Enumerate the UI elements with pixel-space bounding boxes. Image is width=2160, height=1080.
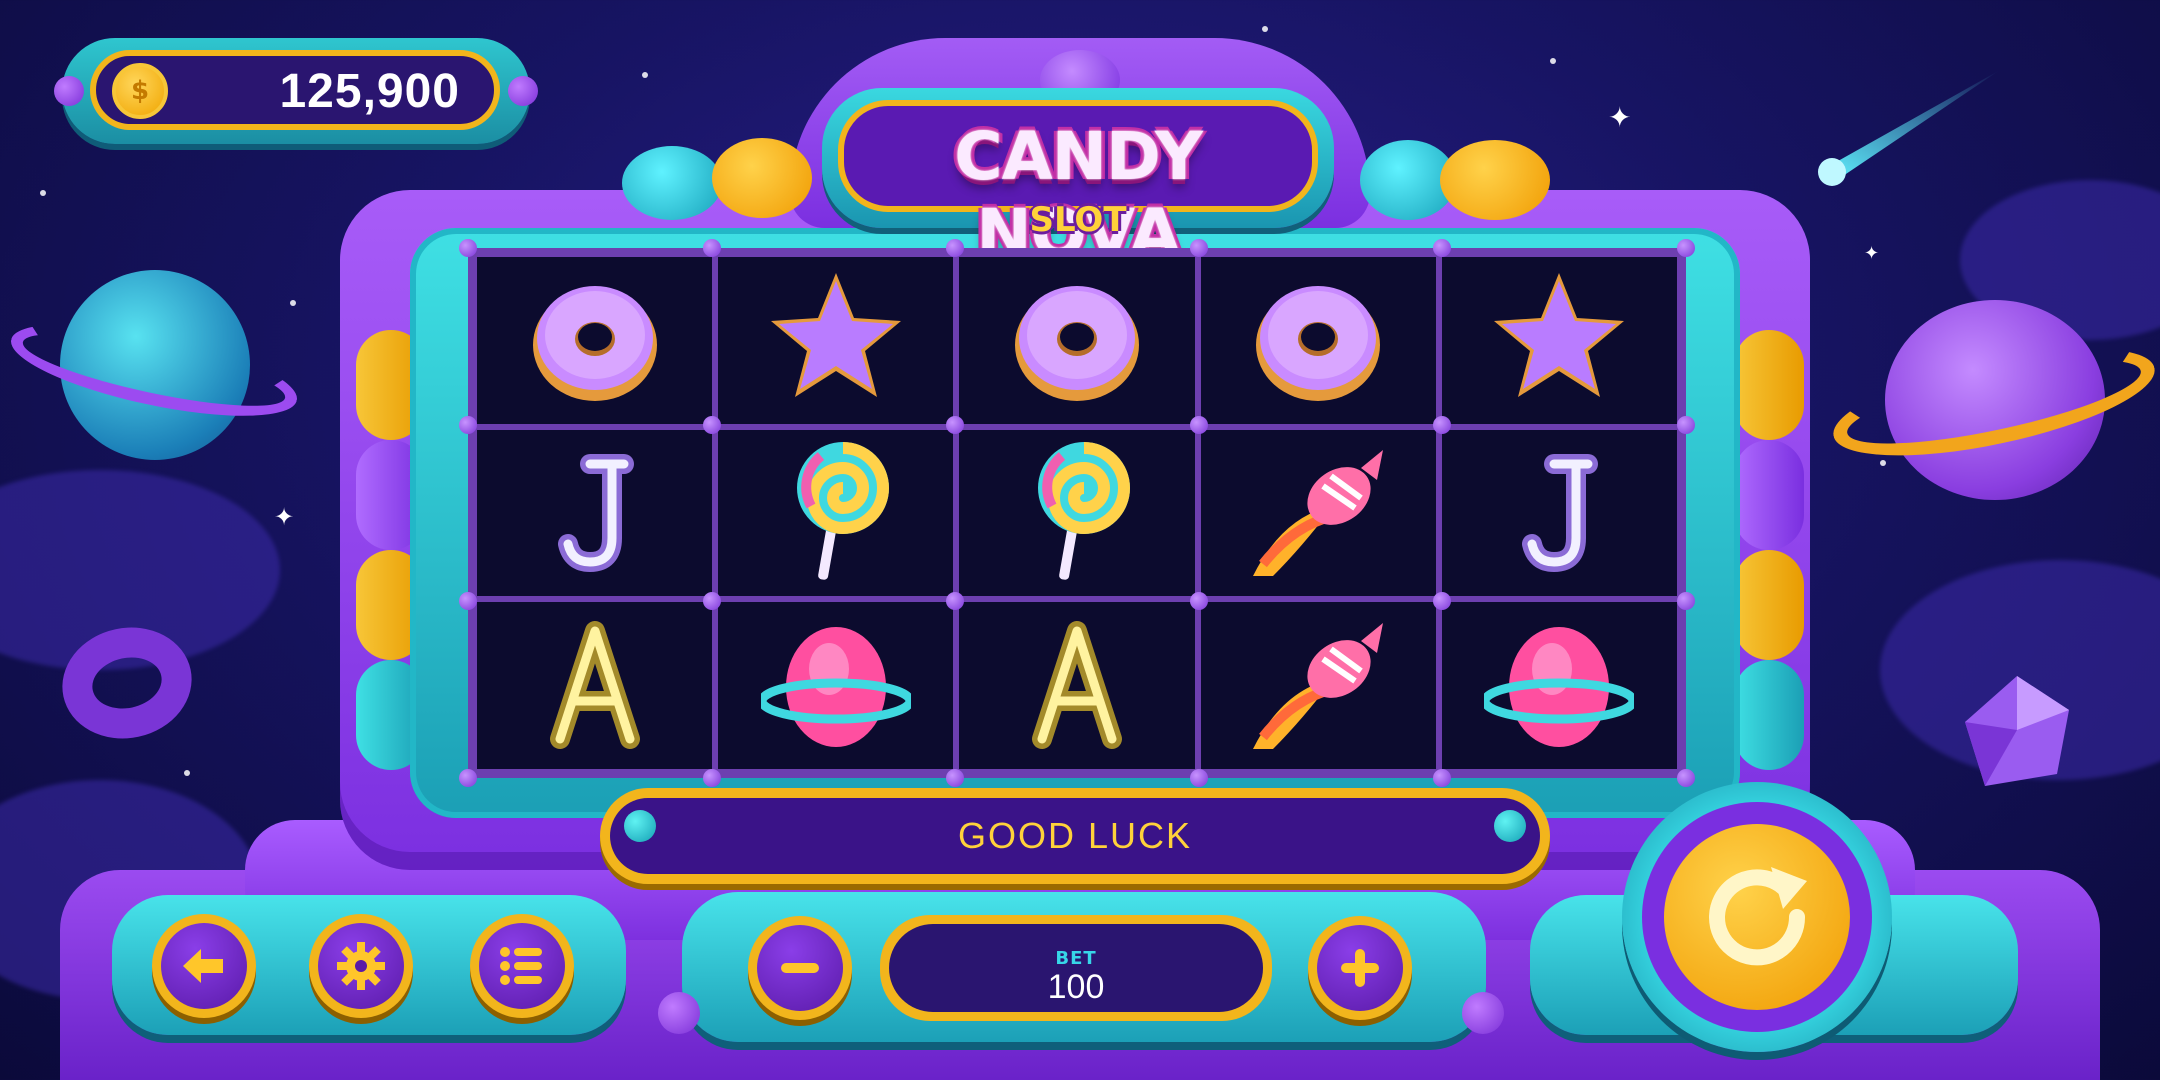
reel-grid-rivet: [1677, 239, 1695, 257]
message-knob-right: [1494, 810, 1526, 842]
reel-cell-1-0: [474, 426, 716, 600]
reel-cell-2-0: [474, 599, 716, 772]
reel-grid-rivet: [459, 239, 477, 257]
reel-cell-2-4: [1438, 599, 1680, 772]
donut-symbol-icon: [1243, 263, 1393, 417]
reel-grid-rivet: [1189, 769, 1208, 787]
star-dot: [1880, 460, 1886, 466]
bet-label: BET: [1055, 948, 1097, 969]
star-dot: [1262, 26, 1268, 32]
crystal-gem: [1955, 670, 2079, 794]
reel-cell-1-4: [1438, 426, 1680, 600]
star-dot: [40, 190, 46, 196]
star-dot: [184, 770, 190, 776]
menu-list-icon: [500, 947, 542, 985]
game-subtitle: SLOT: [1029, 200, 1127, 240]
reel-cell-2-2: [956, 599, 1198, 772]
reel-grid-rivet: [1189, 415, 1208, 434]
reel-cell-2-1: [715, 599, 957, 772]
donut-symbol-icon: [520, 263, 670, 417]
letter-j-symbol-icon: [1484, 436, 1634, 590]
reel-grid-rivet: [1677, 415, 1695, 434]
reel-grid-rivet: [702, 592, 721, 611]
reel-cell-2-3: [1197, 599, 1439, 772]
reel-grid-rivet: [946, 415, 965, 434]
reel-cell-1-3: [1197, 426, 1439, 600]
message-knob-left: [624, 810, 656, 842]
reel-cell-0-4: [1438, 254, 1680, 427]
sparkle-star: ✦: [1864, 243, 1880, 264]
panel-knob-left: [658, 992, 700, 1034]
reel-grid-rivet: [702, 415, 721, 434]
reel-grid-rivet: [459, 415, 477, 434]
star-dot: [1550, 58, 1556, 64]
comet: [1810, 60, 2010, 190]
sparkle-star: ✦: [274, 503, 295, 531]
balance-display: $ 125,900: [54, 38, 538, 144]
gumball: [622, 146, 722, 220]
letter-a-symbol-icon: [1002, 609, 1152, 763]
spin-button[interactable]: [1622, 782, 1892, 1052]
reel-cell-0-2: [956, 254, 1198, 427]
star-dot: [290, 300, 296, 306]
message-bar: GOOD LUCK: [600, 788, 1550, 884]
coin-icon: $: [112, 63, 168, 119]
reel-cell-1-1: [715, 426, 957, 600]
star-symbol-icon: [1484, 263, 1634, 417]
reel-grid-rivet: [1189, 239, 1208, 257]
balance-knob-right: [508, 76, 538, 106]
reel-grid-rivet: [1677, 769, 1695, 787]
star-symbol-icon: [761, 263, 911, 417]
right-pillar: [1734, 550, 1804, 660]
bet-value: 100: [1047, 968, 1105, 1006]
back-button[interactable]: [152, 914, 256, 1018]
bet-increase-button[interactable]: [1308, 916, 1412, 1020]
right-pillar: [1734, 660, 1804, 770]
menu-button[interactable]: [470, 914, 574, 1018]
balance-knob-left: [54, 76, 84, 106]
letter-a-symbol-icon: [520, 609, 670, 763]
title-plate: CANDY NOVA SLOT: [822, 88, 1334, 272]
minus-icon: [781, 963, 819, 973]
gumball: [1440, 140, 1550, 220]
reel-grid-rivet: [459, 769, 477, 787]
right-pillar: [1734, 330, 1804, 440]
reel-cell-0-3: [1197, 254, 1439, 427]
reel-cell-0-1: [715, 254, 957, 427]
settings-button[interactable]: [309, 914, 413, 1018]
message-text: GOOD LUCK: [610, 798, 1540, 874]
reel-grid-rivet: [702, 239, 721, 257]
bet-display: BET 100: [880, 915, 1272, 1021]
candy-comet-symbol-icon: [1243, 436, 1393, 590]
lollipop-symbol-icon: [761, 436, 911, 590]
gear-icon: [337, 942, 385, 990]
balance-value: 125,900: [279, 65, 460, 118]
back-arrow-icon: [183, 949, 223, 983]
sparkle-star: ✦: [1608, 101, 1632, 134]
candy-planet-symbol-icon: [757, 609, 915, 763]
bet-decrease-button[interactable]: [748, 916, 852, 1020]
right-pillar: [1734, 440, 1804, 550]
reel-grid-rivet: [702, 769, 721, 787]
reel-grid-rivet: [1433, 415, 1452, 434]
reel-cell-1-2: [956, 426, 1198, 600]
spin-arrow-icon: [1709, 867, 1807, 966]
lollipop-symbol-icon: [1002, 436, 1152, 590]
panel-knob-right: [1462, 992, 1504, 1034]
plus-icon: [1341, 949, 1379, 987]
donut-symbol-icon: [1002, 263, 1152, 417]
candy-comet-symbol-icon: [1243, 609, 1393, 763]
reel-cell-0-0: [474, 254, 716, 427]
letter-j-symbol-icon: [520, 436, 670, 590]
star-dot: [642, 72, 648, 78]
candy-planet-symbol-icon: [1480, 609, 1638, 763]
gumball: [712, 138, 812, 218]
reel-grid: [468, 248, 1686, 778]
